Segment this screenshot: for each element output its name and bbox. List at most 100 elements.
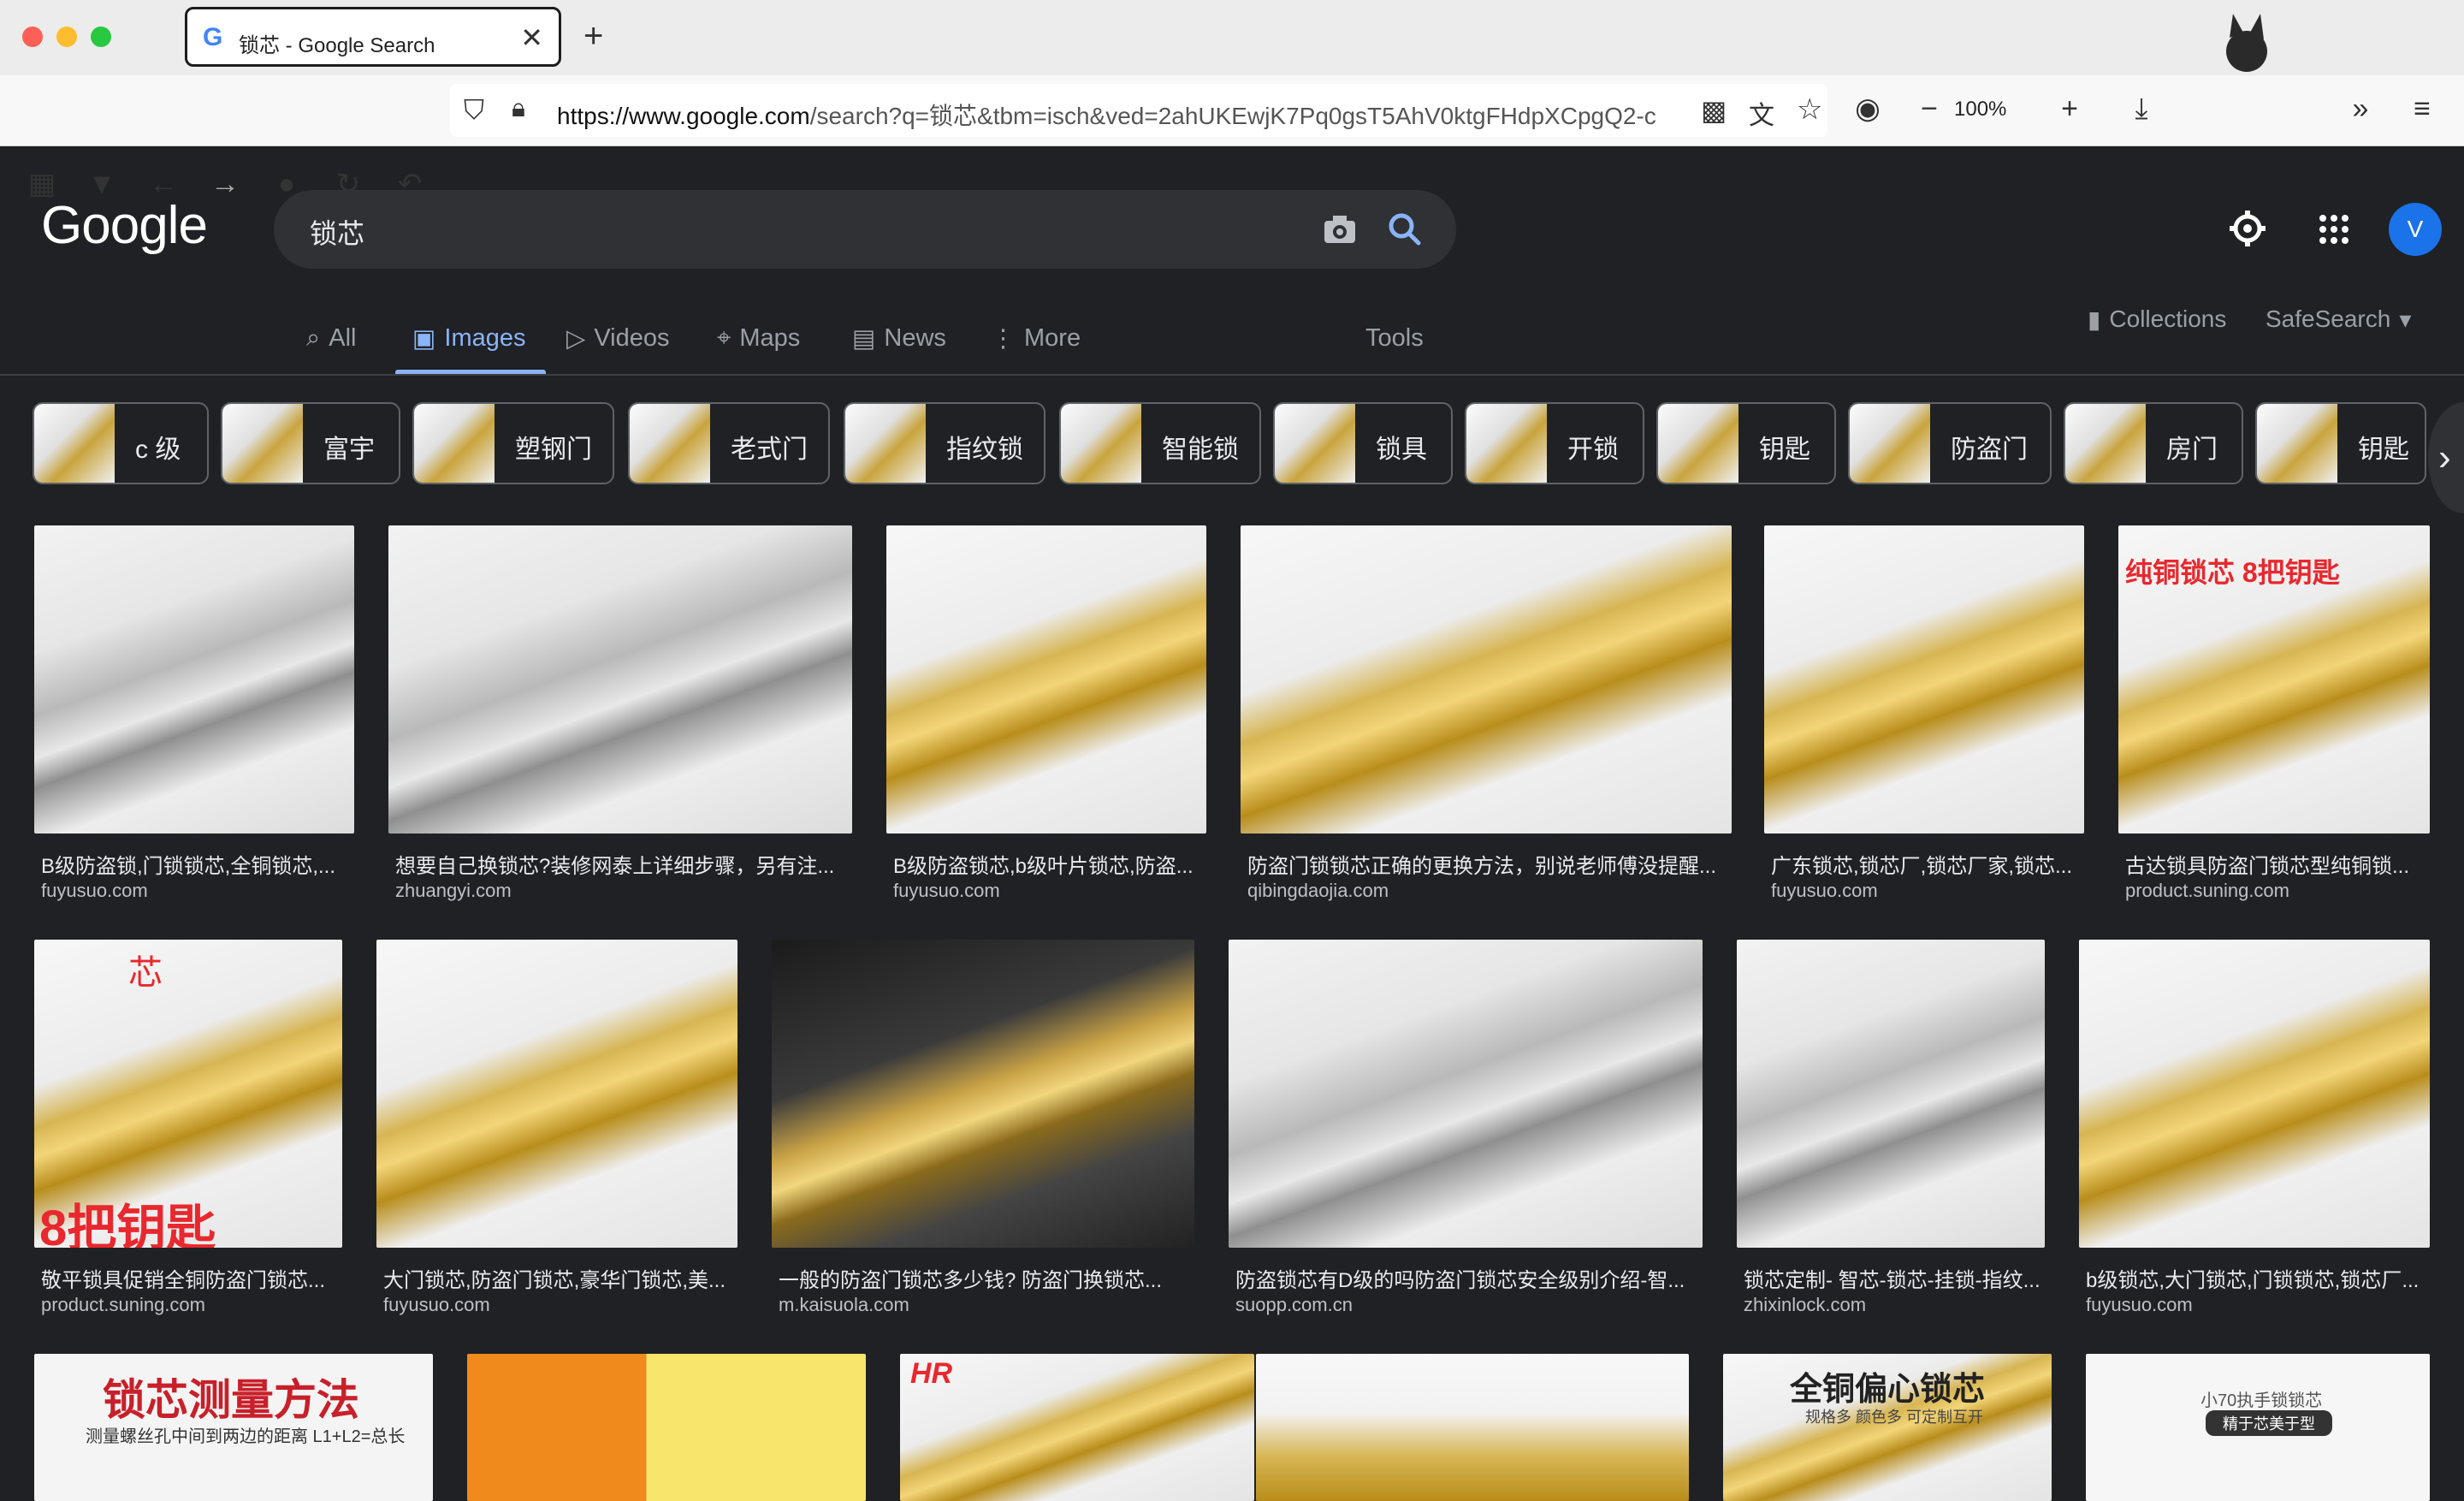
image-caption: 全铜偏心锁芯 bbox=[1790, 1372, 1986, 1408]
related-chip[interactable]: 富宇 bbox=[221, 402, 400, 484]
result-image[interactable]: 小70执手锁锁芯 精于芯美于型 bbox=[2086, 1354, 2430, 1501]
close-tab-icon[interactable]: ✕ bbox=[520, 21, 543, 54]
result-image[interactable] bbox=[388, 525, 852, 834]
search-icon[interactable] bbox=[1386, 211, 1424, 248]
result-source[interactable]: m.kaisuola.com bbox=[779, 1294, 909, 1316]
result-image[interactable] bbox=[1737, 940, 2045, 1248]
new-tab-button[interactable]: + bbox=[583, 17, 603, 56]
result-image[interactable] bbox=[772, 940, 1194, 1248]
zoom-in-icon[interactable]: + bbox=[2050, 89, 2089, 128]
result-image[interactable] bbox=[1256, 1354, 1689, 1501]
result-source[interactable]: suopp.com.cn bbox=[1235, 1294, 1353, 1316]
chevron-right-icon: › bbox=[2438, 436, 2451, 478]
search-input[interactable]: 锁芯 bbox=[310, 212, 364, 252]
result-image[interactable] bbox=[34, 525, 354, 834]
related-chip[interactable]: 开锁 bbox=[1465, 402, 1644, 484]
close-window-button[interactable] bbox=[22, 27, 43, 47]
overflow-icon[interactable]: » bbox=[2341, 89, 2380, 128]
result-image[interactable] bbox=[376, 940, 737, 1248]
result-source[interactable]: fuyusuo.com bbox=[41, 880, 148, 902]
download-icon[interactable]: ⤓ bbox=[2122, 89, 2161, 128]
chip-thumbnail bbox=[630, 404, 710, 483]
zoom-out-icon[interactable]: − bbox=[1910, 89, 1949, 128]
safesearch-button[interactable]: SafeSearch ▾ bbox=[2266, 300, 2411, 339]
result-source[interactable]: zhixinlock.com bbox=[1744, 1294, 1866, 1316]
more-vertical-icon: ⋮ bbox=[991, 324, 1016, 353]
related-chip[interactable]: 防盗门 bbox=[1848, 402, 2052, 484]
result-title[interactable]: B级防盗锁芯,b级叶片锁芯,防盗... bbox=[893, 849, 1210, 879]
tab-images[interactable]: ▣ Images bbox=[412, 318, 526, 358]
search-box[interactable]: 锁芯 bbox=[274, 190, 1456, 269]
bookmark-star-icon[interactable]: ☆ bbox=[1797, 92, 1822, 127]
zoom-level[interactable]: 100% bbox=[1954, 98, 2006, 122]
result-image[interactable] bbox=[467, 1354, 866, 1501]
result-source[interactable]: product.suning.com bbox=[41, 1294, 205, 1316]
result-title[interactable]: b级锁芯,大门锁芯,门锁锁芯,锁芯厂... bbox=[2086, 1263, 2433, 1293]
translate-icon[interactable]: 文 bbox=[1749, 94, 1774, 132]
tab-videos[interactable]: ▷ Videos bbox=[566, 318, 669, 358]
result-source[interactable]: fuyusuo.com bbox=[383, 1294, 490, 1316]
tab-all[interactable]: ⌕ All bbox=[306, 318, 356, 358]
result-image[interactable] bbox=[886, 525, 1206, 834]
result-source[interactable]: fuyusuo.com bbox=[893, 880, 1000, 902]
related-chip[interactable]: 塑钢门 bbox=[412, 402, 614, 484]
qr-code-icon[interactable]: ▩ bbox=[1701, 94, 1727, 127]
result-source[interactable]: zhuangyi.com bbox=[395, 880, 512, 902]
result-title[interactable]: 古达锁具防盗门锁芯型纯铜锁... bbox=[2125, 849, 2433, 879]
result-source[interactable]: fuyusuo.com bbox=[2086, 1294, 2193, 1316]
result-title[interactable]: 一般的防盗门锁芯多少钱? 防盗门换锁芯... bbox=[779, 1263, 1198, 1293]
result-title[interactable]: 防盗锁芯有D级的吗防盗门锁芯安全级别介绍-智... bbox=[1235, 1263, 1706, 1293]
result-title[interactable]: 大门锁芯,防盗门锁芯,豪华门锁芯,美... bbox=[383, 1263, 741, 1293]
related-chip[interactable]: 房门 bbox=[2064, 402, 2243, 484]
result-title[interactable]: 敬平锁具促销全铜防盗门锁芯... bbox=[41, 1263, 346, 1293]
related-chip[interactable]: 钥匙 bbox=[2255, 402, 2426, 484]
result-image[interactable] bbox=[1241, 525, 1732, 834]
collections-button[interactable]: ▮ Collections bbox=[2088, 300, 2226, 339]
chip-thumbnail bbox=[2257, 404, 2337, 483]
tab-more[interactable]: ⋮ More bbox=[991, 318, 1081, 358]
related-chip[interactable]: 锁具 bbox=[1273, 402, 1453, 484]
camera-icon[interactable] bbox=[1321, 211, 1359, 248]
lock-icon[interactable]: 🔒︎ bbox=[512, 94, 525, 123]
url-text[interactable]: https://www.google.com/search?q=锁芯&tbm=i… bbox=[557, 98, 1669, 132]
result-title[interactable]: B级防盗锁,门锁锁芯,全铜锁芯,... bbox=[41, 849, 358, 879]
result-image[interactable] bbox=[2079, 940, 2430, 1248]
related-chip[interactable]: 钥匙 bbox=[1656, 402, 1836, 484]
result-image[interactable] bbox=[1229, 940, 1703, 1248]
forward-icon[interactable]: → bbox=[205, 164, 245, 204]
tab-news[interactable]: ▤ News bbox=[852, 318, 946, 358]
browser-tab[interactable]: G 锁芯 - Google Search ✕ bbox=[185, 7, 561, 67]
result-title[interactable]: 广东锁芯,锁芯厂,锁芯厂家,锁芯... bbox=[1771, 849, 2088, 879]
address-bar[interactable]: ⛉ 🔒︎ https://www.google.com/search?q=锁芯&… bbox=[450, 84, 1827, 137]
chip-thumbnail bbox=[1658, 404, 1738, 483]
result-image[interactable] bbox=[1764, 525, 2084, 834]
chips-next-button[interactable]: › bbox=[2428, 402, 2464, 513]
result-title[interactable]: 想要自己换锁芯?装修网泰上详细步骤，另有注... bbox=[395, 849, 856, 879]
result-image[interactable]: 纯铜锁芯 8把钥匙 bbox=[2118, 525, 2430, 834]
result-source[interactable]: product.suning.com bbox=[2125, 880, 2289, 902]
shield-icon[interactable]: ⛉ bbox=[464, 94, 484, 127]
related-chip[interactable]: c 级 bbox=[33, 402, 209, 484]
zoom-window-button[interactable] bbox=[91, 27, 111, 47]
privacy-mask-icon[interactable]: ◉ bbox=[1848, 89, 1887, 128]
avatar[interactable]: V bbox=[2389, 203, 2442, 256]
related-chip[interactable]: 老式门 bbox=[628, 402, 830, 484]
apps-grid-icon[interactable] bbox=[2319, 214, 2349, 245]
google-logo[interactable]: Google bbox=[41, 195, 208, 256]
tab-maps[interactable]: ⌖ Maps bbox=[717, 318, 800, 358]
result-source[interactable]: qibingdaojia.com bbox=[1247, 880, 1389, 902]
hamburger-menu-icon[interactable]: ≡ bbox=[2402, 89, 2442, 128]
tools-button[interactable]: Tools bbox=[1365, 318, 1424, 358]
related-chip[interactable]: 指纹锁 bbox=[844, 402, 1045, 484]
result-image[interactable]: 芯 8把钥匙 bbox=[34, 940, 342, 1248]
settings-gear-icon[interactable] bbox=[2228, 209, 2267, 248]
result-title[interactable]: 防盗门锁锁芯正确的更换方法，别说老师傅没提醒... bbox=[1247, 849, 1735, 879]
result-image[interactable]: HR bbox=[900, 1354, 1254, 1501]
result-source[interactable]: fuyusuo.com bbox=[1771, 880, 1878, 902]
browser-tab-bar: G 锁芯 - Google Search ✕ + bbox=[0, 0, 2464, 132]
minimize-window-button[interactable] bbox=[56, 27, 77, 47]
result-image[interactable]: 锁芯测量方法 测量螺丝孔中间到两边的距离 L1+L2=总长 bbox=[34, 1354, 433, 1501]
result-image[interactable]: 全铜偏心锁芯 规格多 颜色多 可定制互开 bbox=[1723, 1354, 2052, 1501]
result-title[interactable]: 锁芯定制- 智芯-锁芯-挂锁-指纹... bbox=[1744, 1263, 2048, 1293]
related-chip[interactable]: 智能锁 bbox=[1059, 402, 1261, 484]
